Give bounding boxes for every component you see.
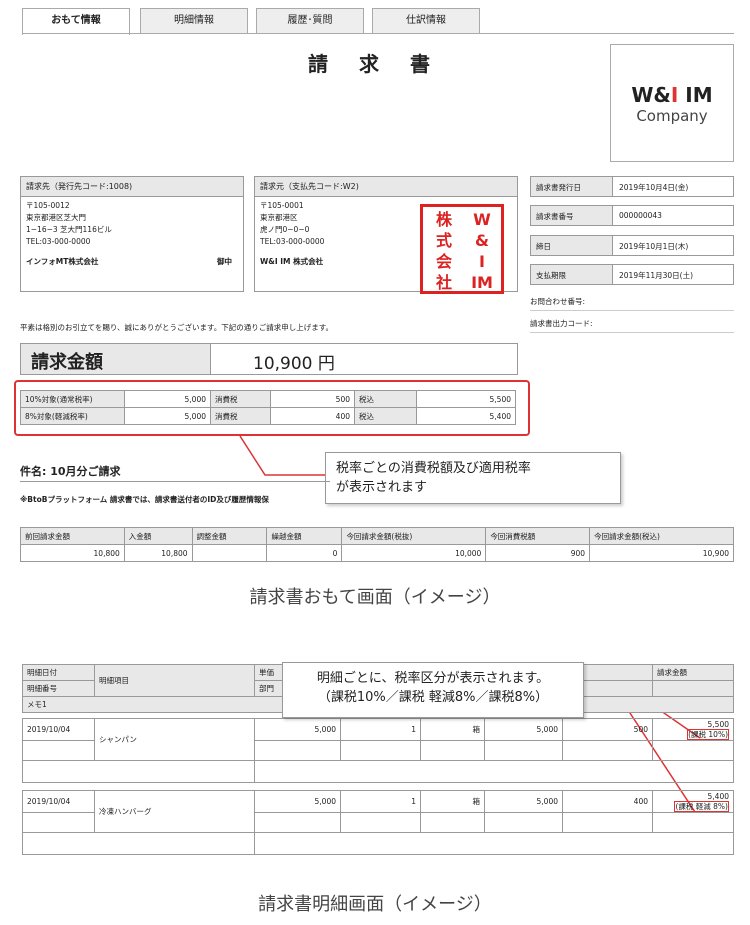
amount-value: 10,900 円 <box>253 354 335 374</box>
company-logo: W&I IM Company <box>610 44 734 162</box>
tab-bar: おもて情報 明細情報 履歴･質問 仕訳情報 <box>22 8 522 35</box>
payment-due-field: 支払期限 2019年11月30日(土) <box>530 264 734 285</box>
summary-table: 前回請求金額 入金額 調整金額 繰越金額 今回請求金額(税抜) 今回消費税額 今回請求金額(… <box>20 527 734 562</box>
detail-row: 2019/10/04 冷凍ハンバーグ 5,000 1 箱 5,000 400 5,400 (課税… <box>22 790 734 833</box>
invoice-title: 請 求 書 <box>308 52 442 76</box>
tab-divider <box>22 33 734 34</box>
btob-note: ※BtoBプラットフォーム 請求書では、請求書送付者のID及び履歴情報保 <box>20 495 269 504</box>
subject-line: 件名: 10月分ご請求 <box>20 460 330 482</box>
issue-date-field: 請求書発行日 2019年10月4日(金) <box>530 176 734 197</box>
bill-to-header: 請求先（発行先コード:1008) <box>21 177 243 197</box>
caption-front: 請求書おもて画面（イメージ） <box>249 587 501 608</box>
closing-date-field: 締日 2019年10月1日(木) <box>530 235 734 256</box>
summary-header-row: 前回請求金額 入金額 調整金額 繰越金額 今回請求金額(税抜) 今回消費税額 今回請求金額(… <box>20 527 734 545</box>
tax-highlight-frame <box>14 380 530 436</box>
tax-category-label: (課税 10%) <box>687 728 729 740</box>
tab-history[interactable]: 履歴･質問 <box>256 8 364 34</box>
invoice-amount-box: 請求金額 10,900 円 <box>20 343 518 375</box>
company-seal-stamp: 株式会社 W & I IM <box>420 204 504 294</box>
tab-front-info[interactable]: おもて情報 <box>22 8 130 35</box>
tax-category-label: (課税 軽減 8%) <box>674 800 729 812</box>
bill-to-name: インフォMT株式会社 <box>26 257 99 266</box>
detail-row: 2019/10/04 シャンパン 5,000 1 箱 5,000 500 5,500 (課税 1… <box>22 718 734 761</box>
tab-detail-info[interactable]: 明細情報 <box>140 8 248 34</box>
bill-to-address: 東京都港区芝大門 <box>26 213 86 222</box>
bill-to-tel: TEL:03-000-0000 <box>26 237 91 246</box>
amount-label: 請求金額 <box>21 344 211 374</box>
tab-journal[interactable]: 仕訳情報 <box>372 8 480 34</box>
bill-to-zip: 〒105-0012 <box>26 201 70 210</box>
tax-category-callout: 明細ごとに、税率区分が表示されます。 （課税10%／課税 軽減8%／課税8%） <box>282 662 584 718</box>
bill-to-panel: 請求先（発行先コード:1008) 〒105-0012 東京都港区芝大門 1−16… <box>20 176 244 292</box>
inquiry-number: お問合わせ番号: <box>530 296 734 311</box>
honorific: 御中 <box>217 257 232 266</box>
greeting-text: 平素は格別のお引立てを賜り、誠にありがとうございます。下記の通りご請求申し上げま… <box>20 323 334 332</box>
invoice-number-field: 請求書番号 000000043 <box>530 205 734 226</box>
output-code: 請求書出力コード: <box>530 318 734 333</box>
bill-from-header: 請求元（支払先コード:W2) <box>255 177 517 197</box>
bill-to-address2: 1−16−3 芝大門116ビル <box>26 225 112 234</box>
tax-rate-callout: 税率ごとの消費税額及び適用税率 が表示されます <box>325 452 621 504</box>
summary-value-row: 10,800 10,800 0 10,000 900 10,900 <box>20 544 734 562</box>
caption-detail: 請求書明細画面（イメージ） <box>258 894 492 915</box>
